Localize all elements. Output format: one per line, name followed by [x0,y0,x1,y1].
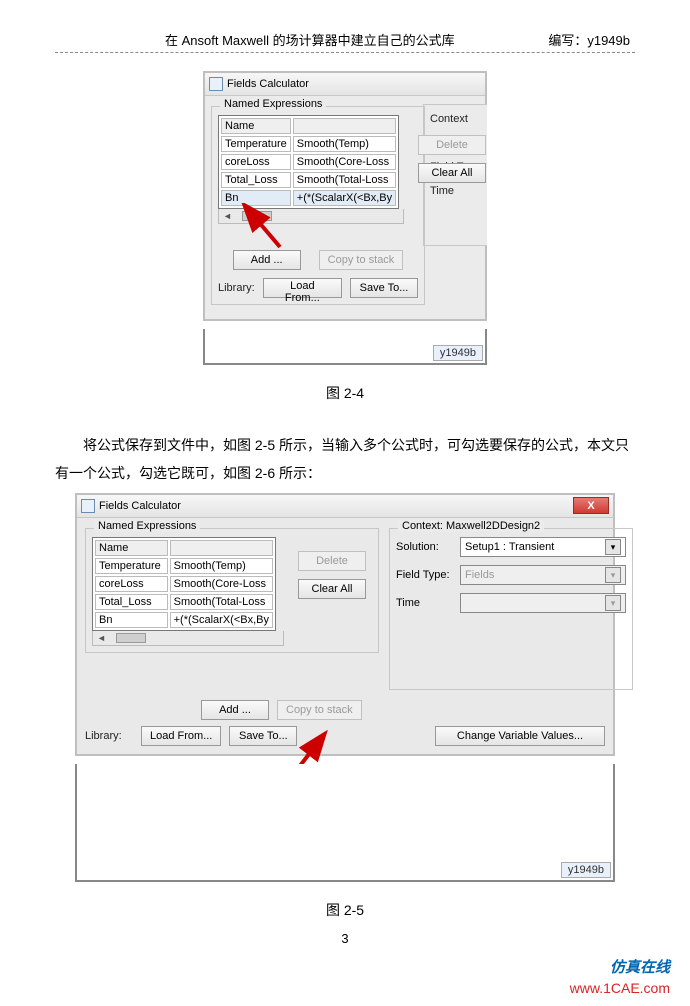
footer-brand: 仿真在线 www.1CAE.com [570,958,670,998]
copy-to-stack-button[interactable]: Copy to stack [277,700,362,720]
solution-select[interactable]: Setup1 : Transient ▾ [460,537,626,557]
window-titlebar: Fields Calculator X [77,495,613,518]
context-label: Context [430,113,487,125]
window-title: Fields Calculator [227,78,309,90]
col-name[interactable]: Name [95,540,168,556]
change-variable-values-button[interactable]: Change Variable Values... [435,726,605,746]
time-label: Time [396,597,460,609]
solution-label: Solution: [396,541,460,553]
table-row[interactable]: Total_LossSmooth(Total-Loss [95,594,273,610]
delete-button[interactable]: Delete [418,135,486,155]
horizontal-scrollbar[interactable]: ◄ [92,631,284,646]
window-title: Fields Calculator [99,500,181,512]
load-from-button[interactable]: Load From... [141,726,221,746]
named-expressions-caption: Named Expressions [220,98,326,110]
table-row[interactable]: coreLossSmooth(Core-Loss [221,154,396,170]
table-row[interactable]: Bn+(*(ScalarX(<Bx,By [95,612,273,628]
window-titlebar: Fields Calculator [205,73,485,96]
body-paragraph: 将公式保存到文件中，如图 2-5 所示，当输入多个公式时，可勾选要保存的公式，本… [55,431,635,487]
field-type-label: Field Type: [396,569,460,581]
watermark-badge: y1949b [433,345,483,361]
time-label: Time [430,185,487,197]
table-row[interactable]: TemperatureSmooth(Temp) [95,558,273,574]
table-row[interactable]: TemperatureSmooth(Temp) [221,136,396,152]
expressions-table[interactable]: Name TemperatureSmooth(Temp) coreLossSmo… [218,115,399,209]
named-expressions-caption: Named Expressions [94,520,200,532]
copy-to-stack-button[interactable]: Copy to stack [319,250,404,270]
table-row[interactable]: coreLossSmooth(Core-Loss [95,576,273,592]
table-row[interactable]: Total_LossSmooth(Total-Loss [221,172,396,188]
footer-url: www.1CAE.com [570,978,670,998]
watermark-badge: y1949b [561,862,611,878]
library-label: Library: [218,282,255,294]
doc-title: 在 Ansoft Maxwell 的场计算器中建立自己的公式库 [165,30,455,49]
clear-all-button[interactable]: Clear All [418,163,486,183]
field-type-select[interactable]: Fields ▾ [460,565,626,585]
app-icon [209,77,223,91]
chevron-down-icon[interactable]: ▾ [605,595,621,611]
add-button[interactable]: Add ... [233,250,301,270]
col-name[interactable]: Name [221,118,291,134]
document-header: 在 Ansoft Maxwell 的场计算器中建立自己的公式库 编写：y1949… [55,30,635,53]
clear-all-button[interactable]: Clear All [298,579,366,599]
add-button[interactable]: Add ... [201,700,269,720]
page-number: 3 [341,931,348,946]
expressions-table[interactable]: Name TemperatureSmooth(Temp) coreLossSmo… [92,537,276,631]
close-icon[interactable]: X [573,497,609,514]
library-label: Library: [85,730,133,742]
figure-caption-2-5: 图 2-5 [55,900,635,920]
save-to-button[interactable]: Save To... [350,278,418,298]
chevron-down-icon[interactable]: ▾ [605,567,621,583]
time-select[interactable]: ▾ [460,593,626,613]
figure-2-5: 1CAE . COM Fields Calculator X Named Exp… [55,493,635,882]
figure-2-4: Fields Calculator Context Solution Field… [55,71,635,365]
annotation-arrow-icon [240,203,290,253]
load-from-button[interactable]: Load From... [263,278,342,298]
app-icon [81,499,95,513]
context-caption: Context: Maxwell2DDesign2 [398,520,544,532]
figure-caption-2-4: 图 2-4 [55,383,635,403]
chevron-down-icon[interactable]: ▾ [605,539,621,555]
footer-cn: 仿真在线 [570,958,670,978]
doc-author: 编写：y1949b [548,30,630,49]
delete-button[interactable]: Delete [298,551,366,571]
